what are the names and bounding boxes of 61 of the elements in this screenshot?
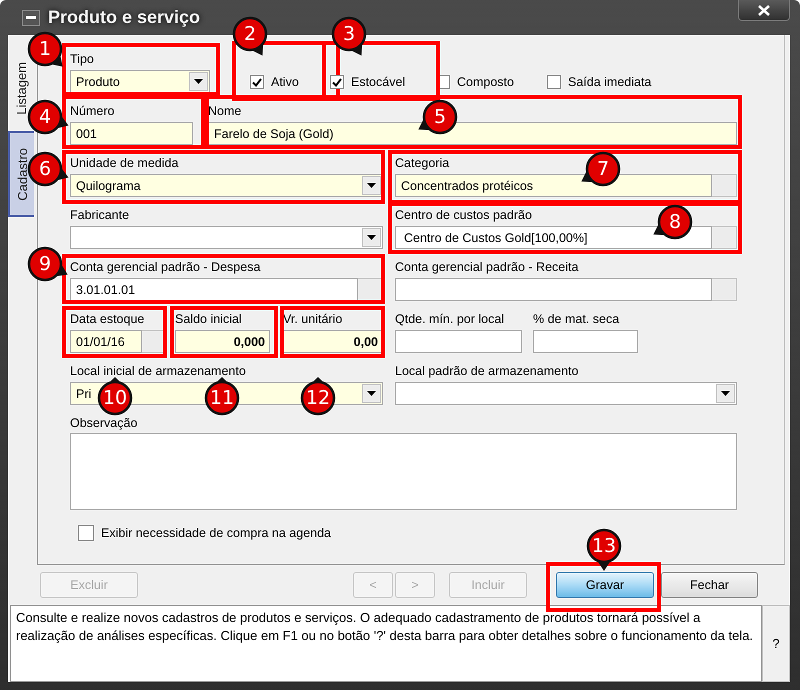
- help-button[interactable]: ?: [762, 605, 790, 682]
- button[interactable]: Gravar: [556, 572, 654, 598]
- checkbox-label: Saída imediata: [568, 75, 652, 89]
- dropdown-button[interactable]: [362, 228, 381, 247]
- input-field[interactable]: 001: [70, 122, 193, 145]
- check-icon: [252, 78, 262, 86]
- field-label: Observação: [70, 415, 138, 431]
- caret-icon: [367, 183, 376, 188]
- input-field[interactable]: 01/01/16: [70, 330, 142, 353]
- field-label: Saldo inicial: [175, 311, 242, 327]
- checkbox-label: Composto: [457, 75, 514, 89]
- input-field[interactable]: Concentrados protéicos: [395, 174, 712, 197]
- caret-icon: [721, 391, 730, 396]
- close-button[interactable]: [738, 0, 790, 21]
- dropdown-button[interactable]: [362, 384, 381, 403]
- field-label: Conta gerencial padrão - Despesa: [70, 259, 260, 275]
- caret-icon: [194, 79, 203, 84]
- dropdown[interactable]: Produto: [70, 70, 210, 93]
- checkbox-label: Ativo: [271, 75, 299, 89]
- checkbox[interactable]: [250, 75, 264, 89]
- side-tab[interactable]: Listagem: [8, 45, 34, 131]
- checkbox-label: Estocável: [351, 75, 406, 89]
- field-label: Categoria: [395, 155, 450, 171]
- input-field[interactable]: [533, 330, 638, 353]
- button[interactable]: Fechar: [661, 572, 758, 598]
- checkbox[interactable]: [330, 75, 344, 89]
- input-field[interactable]: 0,00: [283, 330, 383, 353]
- checkbox[interactable]: [78, 525, 94, 541]
- dropdown-button[interactable]: [189, 72, 208, 91]
- field-label: % de mat. seca: [533, 311, 620, 327]
- field-label: Número: [70, 103, 114, 119]
- checkbox[interactable]: [547, 75, 561, 89]
- close-icon: [758, 4, 770, 16]
- input-field[interactable]: Farelo de Soja (Gold): [208, 122, 737, 145]
- field-label: Centro de custos padrão: [395, 207, 532, 223]
- checkbox-label: Exibir necessidade de compra na agenda: [101, 526, 332, 540]
- field-label: Nome: [208, 103, 242, 119]
- field-label: Local padrão de armazenamento: [395, 363, 578, 379]
- text-area[interactable]: [70, 433, 737, 510]
- caret-icon: [367, 235, 376, 240]
- dropdown[interactable]: Quilograma: [70, 174, 383, 197]
- dropdown-button[interactable]: [362, 176, 381, 195]
- dropdown-button[interactable]: [716, 384, 735, 403]
- field-label: Data estoque: [70, 311, 144, 327]
- field-label: Fabricante: [70, 207, 130, 223]
- side-tab[interactable]: Cadastro: [8, 131, 34, 217]
- input-field[interactable]: [395, 330, 522, 353]
- field-label: Conta gerencial padrão - Receita: [395, 259, 578, 275]
- field-label: Unidade de medida: [70, 155, 178, 171]
- help-text: Consulte e realize novos cadastros de produtos e serviços. O adequado cadastramento de produtos tornará possível a realização de análises específicas. Clique em F1 ou no botão '?' desta barra para obter detalhes sobre o funcionamento da tela.: [10, 605, 762, 682]
- input-field[interactable]: 3.01.01.01: [70, 278, 358, 301]
- field-label: Qtde. mín. por local: [395, 311, 504, 327]
- input-field[interactable]: 0,000: [175, 330, 270, 353]
- field-label: Vr. unitário: [283, 311, 342, 327]
- window-title: Produto e serviço: [48, 7, 200, 28]
- input-field[interactable]: [395, 278, 712, 301]
- system-menu-icon[interactable]: [22, 10, 40, 26]
- field-label: Tipo: [70, 51, 94, 67]
- caret-icon: [367, 391, 376, 396]
- date-button[interactable]: [142, 330, 165, 353]
- check-icon: [332, 78, 342, 86]
